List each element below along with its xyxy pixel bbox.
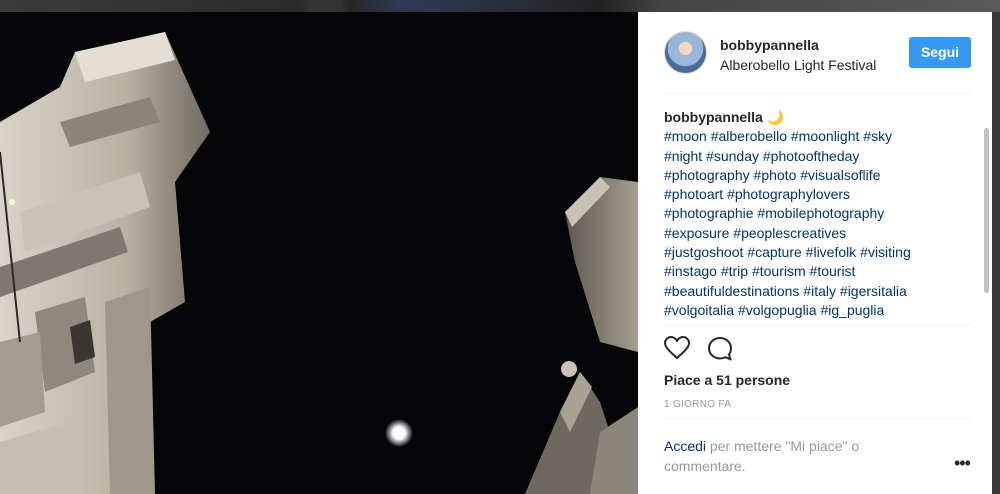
hashtag-link[interactable]: #ig_puglia bbox=[820, 302, 884, 318]
hashtag-link[interactable]: #livefolk bbox=[806, 244, 857, 260]
heart-icon[interactable] bbox=[663, 335, 692, 362]
hashtag-link[interactable]: #photography bbox=[664, 167, 750, 183]
night-church-photo bbox=[0, 12, 638, 494]
hashtag-link[interactable]: #exposure bbox=[664, 225, 729, 241]
hashtag-link[interactable]: #peoplescreatives bbox=[733, 225, 846, 241]
hashtag-link[interactable]: #igersitalia bbox=[840, 283, 907, 299]
hashtag-line: #photography #photo #visualsoflife bbox=[664, 166, 968, 185]
login-link[interactable]: Accedi bbox=[664, 438, 706, 454]
hashtag-link[interactable]: #tourism bbox=[752, 263, 806, 279]
post-timestamp[interactable]: 1 GIORNO FA bbox=[664, 399, 731, 410]
hashtag-link[interactable]: #visualsoflife bbox=[800, 167, 880, 183]
hashtag-line: #photographie #mobilephotography bbox=[664, 204, 968, 223]
caption-scrollbar[interactable] bbox=[984, 108, 990, 322]
location-link[interactable]: Alberobello Light Festival bbox=[720, 57, 895, 73]
divider bbox=[664, 324, 970, 325]
likes-count[interactable]: Piace a 51 persone bbox=[664, 372, 790, 388]
hashtag-link[interactable]: #visiting bbox=[860, 244, 911, 260]
hashtag-link[interactable]: #justgoshoot bbox=[664, 244, 743, 260]
comment-bubble-icon[interactable] bbox=[707, 336, 735, 362]
hashtag-link[interactable]: #alberobello bbox=[711, 128, 787, 144]
hashtag-link[interactable]: #instago bbox=[664, 263, 717, 279]
hashtag-link[interactable]: #sunday bbox=[706, 148, 759, 164]
username-link[interactable]: bobbypannella bbox=[720, 37, 819, 53]
hashtag-link[interactable]: #volgoitalia bbox=[664, 302, 734, 318]
hashtag-line: #volgoitalia #volgopuglia #ig_puglia bbox=[664, 301, 968, 320]
hashtag-link[interactable]: #moon bbox=[664, 128, 707, 144]
hashtag-line: #moon #alberobello #moonlight #sky bbox=[664, 127, 968, 146]
window-edge bbox=[992, 12, 1000, 494]
hashtag-line: #beautifuldestinations #italy #igersital… bbox=[664, 282, 968, 301]
avatar[interactable] bbox=[664, 31, 707, 74]
hashtag-link[interactable]: #photographie bbox=[664, 205, 754, 221]
hashtag-link[interactable]: #beautifuldestinations bbox=[664, 283, 799, 299]
hashtag-link[interactable]: #moonlight bbox=[791, 128, 860, 144]
hashtag-link[interactable]: #sky bbox=[863, 128, 892, 144]
caption-username[interactable]: bobbypannella bbox=[664, 109, 763, 125]
post-photo[interactable] bbox=[0, 12, 638, 494]
hashtag-link[interactable]: #night bbox=[664, 148, 702, 164]
hashtag-line: #instago #trip #tourism #tourist bbox=[664, 262, 968, 281]
follow-button[interactable]: Segui bbox=[909, 37, 971, 68]
hashtag-link[interactable]: #volgopuglia bbox=[738, 302, 817, 318]
hashtag-link[interactable]: #mobilephotography bbox=[757, 205, 884, 221]
hashtag-line: #exposure #peoplescreatives bbox=[664, 224, 968, 243]
comment-prompt: Accedi per mettere "Mi piace" o commenta… bbox=[664, 436, 904, 476]
hashtag-link[interactable]: #tourist bbox=[810, 263, 856, 279]
hashtag-link[interactable]: #photooftheday bbox=[763, 148, 860, 164]
hashtag-list: #moon #alberobello #moonlight #sky #night… bbox=[664, 127, 968, 320]
hashtag-line: #justgoshoot #capture #livefolk #visitin… bbox=[664, 243, 968, 262]
scrollbar-thumb[interactable] bbox=[984, 128, 989, 293]
post-details-panel: bobbypannella Alberobello Light Festival… bbox=[638, 12, 992, 494]
hashtag-line: #night #sunday #photooftheday bbox=[664, 147, 968, 166]
moon-emoji: 🌙 bbox=[766, 109, 785, 125]
hashtag-line: #photoart #photographylovers bbox=[664, 185, 968, 204]
hashtag-link[interactable]: #trip bbox=[721, 263, 748, 279]
divider bbox=[664, 418, 970, 419]
caption: bobbypannella 🌙 #moon #alberobello #moon… bbox=[664, 108, 968, 322]
post-header: bobbypannella Alberobello Light Festival… bbox=[664, 28, 971, 94]
backdrop-strip bbox=[0, 0, 1000, 12]
hashtag-link[interactable]: #photoart bbox=[664, 186, 723, 202]
hashtag-link[interactable]: #photographylovers bbox=[727, 186, 850, 202]
more-options-icon[interactable]: ••• bbox=[954, 454, 971, 472]
hashtag-link[interactable]: #photo bbox=[754, 167, 797, 183]
hashtag-link[interactable]: #italy bbox=[803, 283, 836, 299]
caption-header: bobbypannella 🌙 bbox=[664, 108, 968, 127]
hashtag-link[interactable]: #capture bbox=[747, 244, 801, 260]
